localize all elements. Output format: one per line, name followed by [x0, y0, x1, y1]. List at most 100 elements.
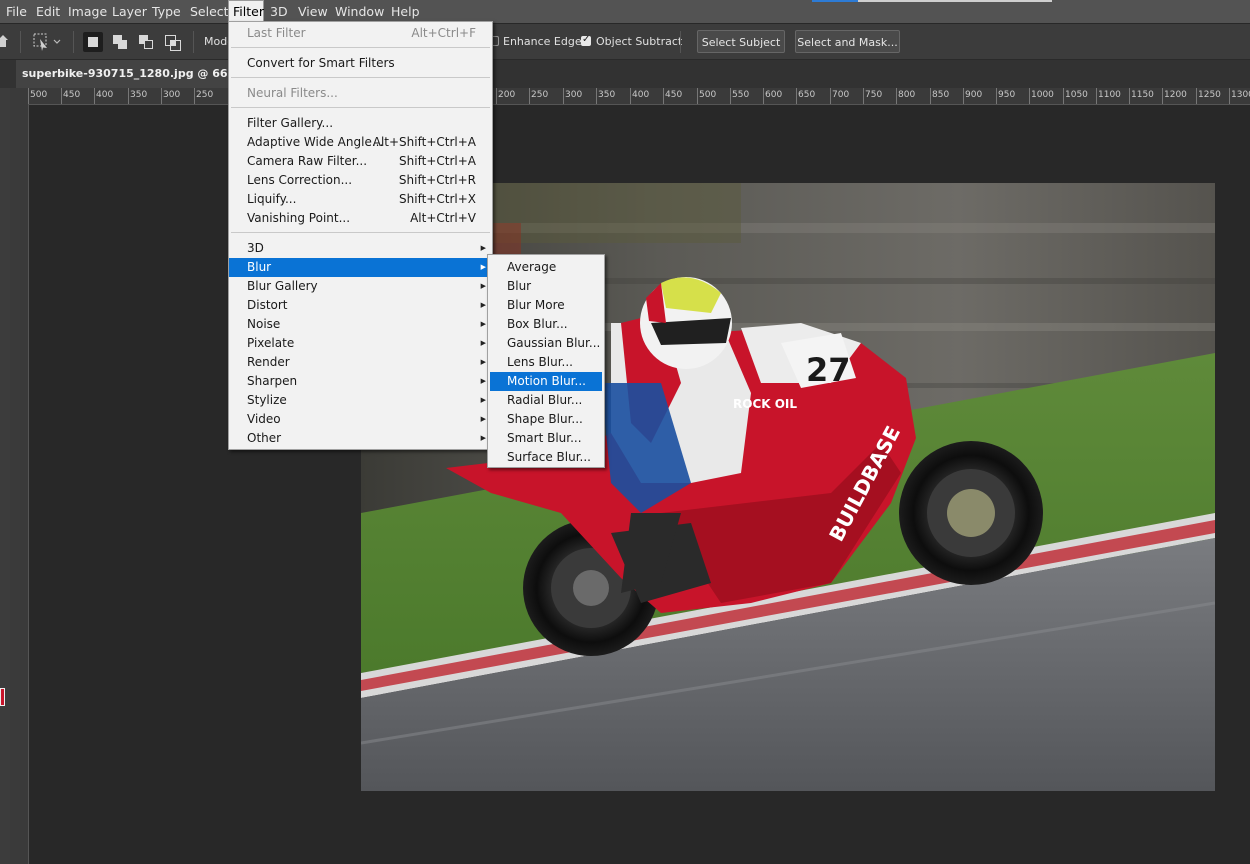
menu-item-label: Gaussian Blur...	[507, 336, 601, 350]
toolbar-panel	[0, 88, 10, 864]
ruler-tick	[763, 88, 764, 104]
blur-menu-item-surface-blur[interactable]: Surface Blur...	[490, 448, 602, 467]
ruler-tick	[128, 88, 129, 104]
menu-help[interactable]: Help	[391, 0, 420, 23]
ruler-tick	[863, 88, 864, 104]
ruler-label: 300	[565, 90, 583, 100]
filter-menu-item-distort[interactable]: Distort ▶	[229, 296, 492, 315]
object-selection-tool-icon[interactable]	[32, 32, 62, 52]
filter-menu-item-camera-raw-filter[interactable]: Camera Raw Filter... Shift+Ctrl+A	[229, 152, 492, 171]
blur-menu-item-radial-blur[interactable]: Radial Blur...	[490, 391, 602, 410]
window-accent-bar-light	[858, 0, 1052, 2]
filter-menu-item-lens-correction[interactable]: Lens Correction... Shift+Ctrl+R	[229, 171, 492, 190]
menu-3d[interactable]: 3D	[270, 0, 288, 23]
foreground-color-swatch[interactable]	[0, 688, 5, 706]
menu-item-label: Average	[507, 260, 557, 274]
menu-window[interactable]: Window	[335, 0, 384, 23]
ruler-tick	[563, 88, 564, 104]
filter-menu-item-stylize[interactable]: Stylize ▶	[229, 391, 492, 410]
home-icon[interactable]	[0, 34, 8, 48]
filter-menu-item-noise[interactable]: Noise ▶	[229, 315, 492, 334]
vertical-ruler	[10, 104, 29, 864]
menu-item-label: Radial Blur...	[507, 393, 583, 407]
object-subtract-checkbox[interactable]	[581, 34, 591, 46]
subtract-from-selection-button[interactable]	[136, 32, 156, 52]
blur-menu-item-gaussian-blur[interactable]: Gaussian Blur...	[490, 334, 602, 353]
filter-menu-item-adaptive-wide-angle[interactable]: Adaptive Wide Angle... Alt+Shift+Ctrl+A	[229, 133, 492, 152]
menu-item-label: Lens Blur...	[507, 355, 573, 369]
submenu-arrow-icon: ▶	[480, 282, 486, 290]
add-to-selection-button[interactable]	[110, 32, 130, 52]
menu-image[interactable]: Image	[68, 0, 107, 23]
filter-menu-item-neural-filters: Neural Filters...	[229, 84, 492, 103]
intersect-selection-button[interactable]	[162, 32, 182, 52]
filter-menu-item-convert-for-smart-filters[interactable]: Convert for Smart Filters	[229, 54, 492, 73]
filter-menu-item-vanishing-point[interactable]: Vanishing Point... Alt+Ctrl+V	[229, 209, 492, 228]
ruler-label: 250	[196, 90, 214, 100]
blur-menu-item-blur[interactable]: Blur	[490, 277, 602, 296]
menu-filter[interactable]: Filter	[228, 0, 264, 23]
ruler-label: 750	[865, 90, 883, 100]
menu-item-label: Liquify...	[247, 192, 297, 206]
menu-item-label: Camera Raw Filter...	[247, 154, 368, 168]
ruler-label: 350	[130, 90, 148, 100]
ruler-label: 700	[832, 90, 850, 100]
filter-menu-item-render[interactable]: Render ▶	[229, 353, 492, 372]
filter-menu-item-filter-gallery[interactable]: Filter Gallery...	[229, 114, 492, 133]
ruler-label: 900	[965, 90, 983, 100]
menu-item-label: Sharpen	[247, 374, 298, 388]
menu-item-label: Neural Filters...	[247, 86, 338, 100]
menu-item-label: Video	[247, 412, 281, 426]
menu-layer[interactable]: Layer	[112, 0, 147, 23]
menu-item-label: Filter Gallery...	[247, 116, 334, 130]
ruler-label: 500	[30, 90, 48, 100]
blur-menu-item-motion-blur[interactable]: Motion Blur...	[490, 372, 602, 391]
filter-menu-item-other[interactable]: Other ▶	[229, 429, 492, 448]
select-and-mask-button[interactable]: Select and Mask...	[795, 30, 900, 53]
filter-menu-item-liquify[interactable]: Liquify... Shift+Ctrl+X	[229, 190, 492, 209]
ruler-label: 1200	[1164, 90, 1187, 100]
blur-menu-item-lens-blur[interactable]: Lens Blur...	[490, 353, 602, 372]
ruler-label: 500	[699, 90, 717, 100]
menu-separator	[231, 232, 490, 233]
ruler-label: 800	[898, 90, 916, 100]
ruler-label: 1250	[1198, 90, 1221, 100]
select-subject-button[interactable]: Select Subject	[697, 30, 785, 53]
document-tab[interactable]: superbike-930715_1280.jpg @ 66.7% (B	[16, 60, 268, 88]
new-selection-button[interactable]	[83, 32, 103, 52]
filter-menu-item-video[interactable]: Video ▶	[229, 410, 492, 429]
menu-item-label: Distort	[247, 298, 288, 312]
menu-item-label: Vanishing Point...	[247, 211, 351, 225]
filter-menu-item-blur[interactable]: Blur ▶	[229, 258, 492, 277]
blur-menu-item-box-blur[interactable]: Box Blur...	[490, 315, 602, 334]
submenu-arrow-icon: ▶	[480, 396, 486, 404]
ruler-label: 1150	[1131, 90, 1154, 100]
filter-menu-item-sharpen[interactable]: Sharpen ▶	[229, 372, 492, 391]
menu-item-shortcut: Shift+Ctrl+A	[399, 154, 476, 168]
blur-menu-item-average[interactable]: Average	[490, 258, 602, 277]
menu-edit[interactable]: Edit	[36, 0, 60, 23]
blur-menu-item-smart-blur[interactable]: Smart Blur...	[490, 429, 602, 448]
menu-item-label: Surface Blur...	[507, 450, 591, 464]
filter-menu-item-blur-gallery[interactable]: Blur Gallery ▶	[229, 277, 492, 296]
submenu-arrow-icon: ▶	[480, 320, 486, 328]
enhance-edge-label: Enhance Edge	[503, 35, 582, 48]
blur-menu-item-blur-more[interactable]: Blur More	[490, 296, 602, 315]
submenu-arrow-icon: ▶	[480, 377, 486, 385]
menu-item-label: Convert for Smart Filters	[247, 56, 395, 70]
ruler-label: 850	[932, 90, 950, 100]
filter-menu-item-pixelate[interactable]: Pixelate ▶	[229, 334, 492, 353]
menu-view[interactable]: View	[298, 0, 328, 23]
object-subtract-label: Object Subtract	[596, 35, 683, 48]
ruler-tick	[194, 88, 195, 104]
menu-select[interactable]: Select	[190, 0, 229, 23]
blur-menu-item-shape-blur[interactable]: Shape Blur...	[490, 410, 602, 429]
horizontal-ruler: 500 450 400 350 300 250 200 250 300 350 400 450 500 5…	[28, 88, 1250, 105]
menu-file[interactable]: File	[6, 0, 27, 23]
menu-type[interactable]: Type	[152, 0, 181, 23]
ruler-tick	[630, 88, 631, 104]
ruler-tick	[730, 88, 731, 104]
menu-item-label: Blur More	[507, 298, 565, 312]
submenu-arrow-icon: ▶	[480, 415, 486, 423]
filter-menu-item-3d[interactable]: 3D ▶	[229, 239, 492, 258]
